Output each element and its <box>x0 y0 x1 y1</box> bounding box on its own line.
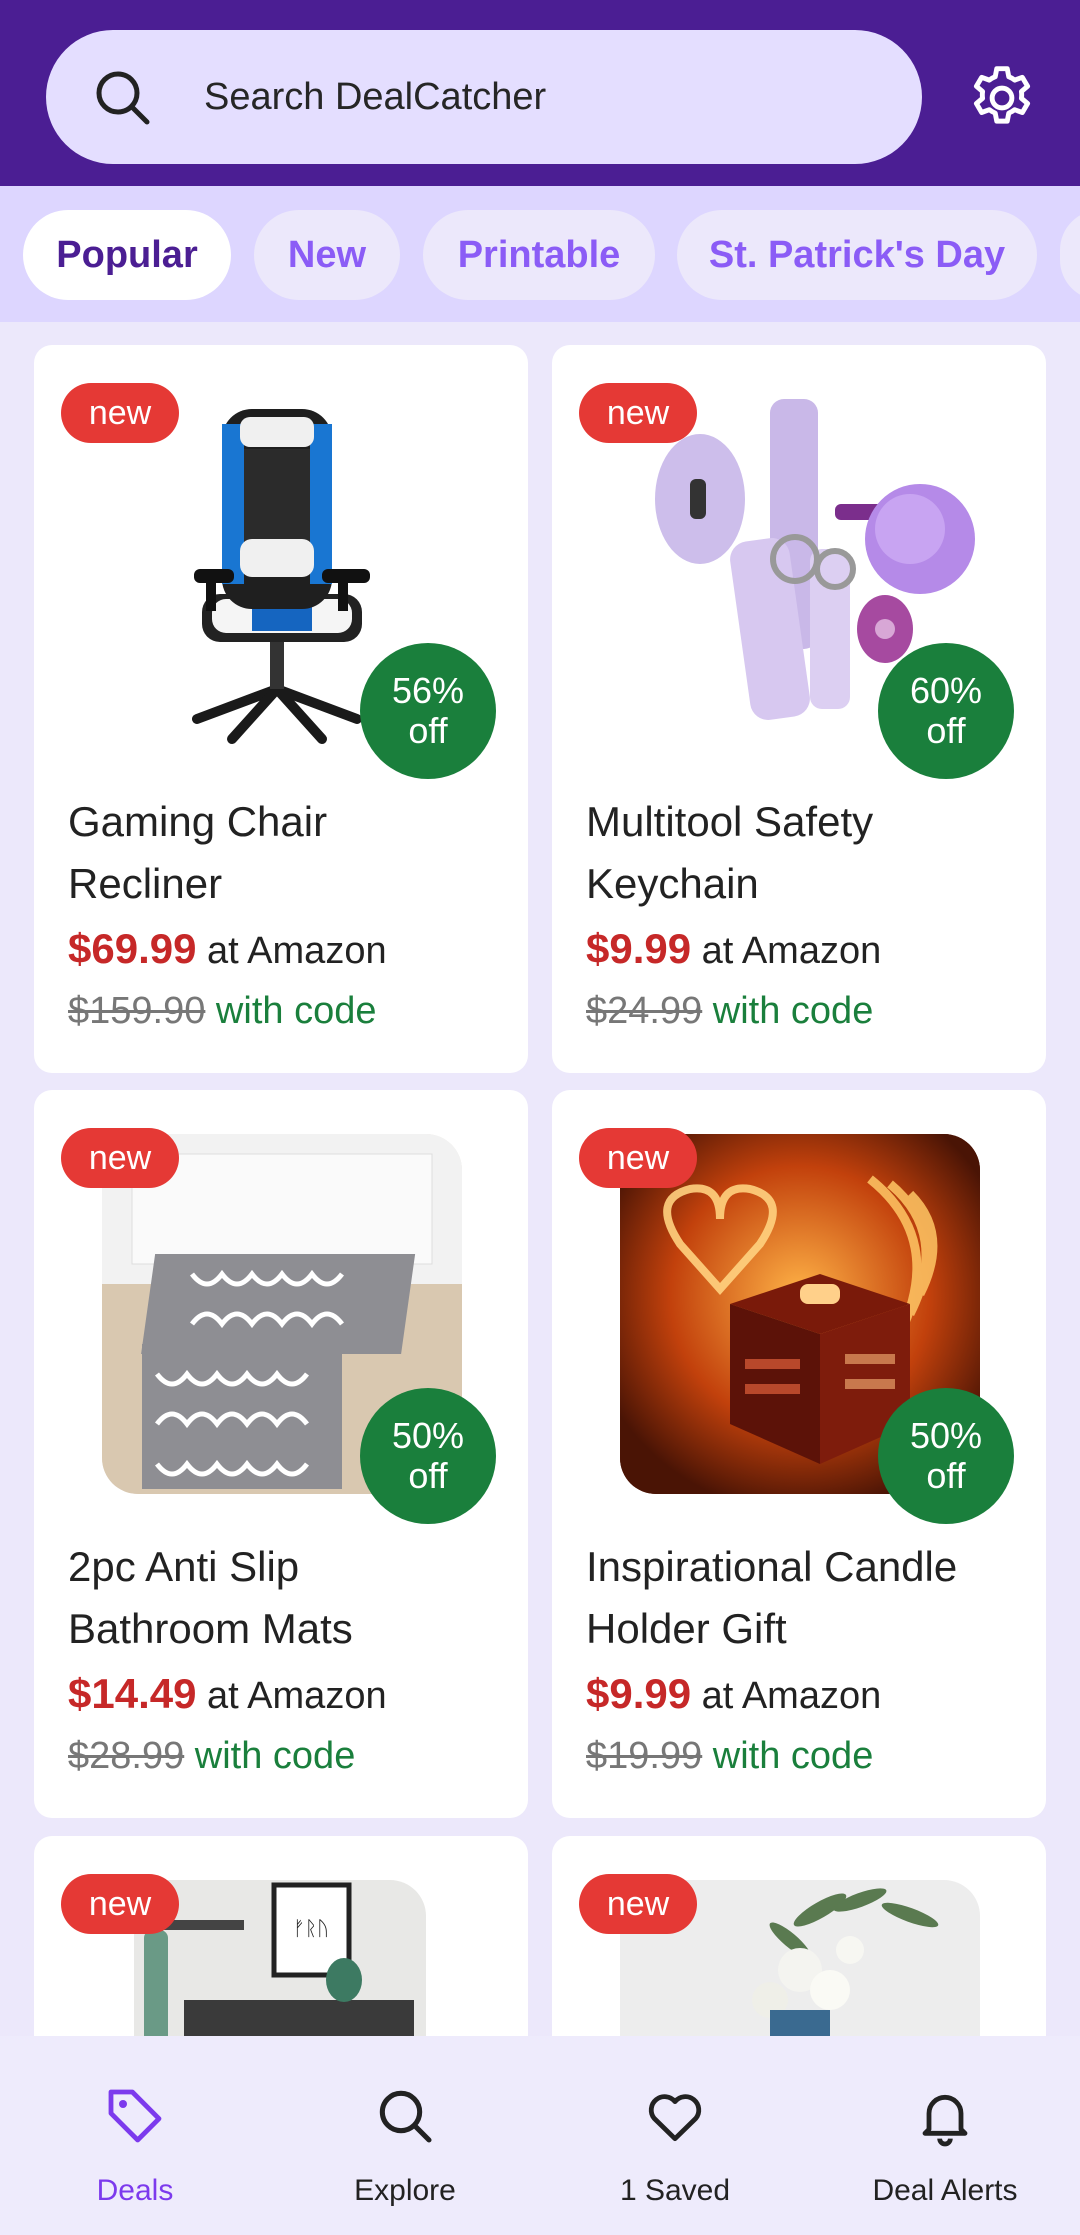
new-badge: new <box>61 383 179 443</box>
deal-price: $14.49 <box>68 1670 197 1717</box>
search-icon <box>379 2090 432 2143</box>
nav-deals[interactable]: Deals <box>0 2036 270 2235</box>
new-badge: new <box>579 1128 697 1188</box>
deal-card[interactable]: new 60% off Multitool Safety Keychain $9… <box>552 345 1046 1073</box>
discount-percent: 56% <box>391 670 465 711</box>
bell-icon <box>922 2094 968 2147</box>
deal-title-line: Inspirational Candle <box>586 1543 958 1590</box>
deal-price: $9.99 <box>586 925 692 972</box>
search-bar[interactable]: Search DealCatcher <box>46 30 922 164</box>
price-line: $69.99 at Amazon <box>68 923 387 977</box>
old-price-line: $28.99 with code <box>68 1730 355 1782</box>
nav-deal-alerts[interactable]: Deal Alerts <box>810 2036 1080 2235</box>
new-badge: new <box>61 1128 179 1188</box>
old-price: $28.99 <box>68 1735 185 1777</box>
nav-explore[interactable]: Explore <box>270 2036 540 2235</box>
nav-label: 1 Saved <box>619 2174 731 2207</box>
discount-badge: 56% off <box>360 643 496 779</box>
heart-icon <box>648 2094 702 2142</box>
discount-badge: 50% off <box>878 1388 1014 1524</box>
deal-title-line: Keychain <box>586 860 759 907</box>
price-line: $9.99 at Amazon <box>586 923 881 977</box>
bottom-nav: Deals Explore 1 Saved Deal Alerts <box>0 2036 1080 2235</box>
deal-price: $69.99 <box>68 925 197 972</box>
discount-off: off <box>926 1455 966 1496</box>
category-tabs: Popular New Printable St. Patrick's Day <box>0 186 1080 322</box>
svg-text:ᚠᚱᚢ: ᚠᚱᚢ <box>293 1916 329 1940</box>
tab-popular[interactable]: Popular <box>23 210 231 300</box>
code-label: with code <box>702 1735 874 1777</box>
new-badge: new <box>61 1874 179 1934</box>
deal-price: $9.99 <box>586 1670 692 1717</box>
deal-title: 2pc Anti Slip Bathroom Mats <box>68 1536 508 1660</box>
code-label: with code <box>205 990 377 1032</box>
price-line: $9.99 at Amazon <box>586 1668 881 1722</box>
store-label: at Amazon <box>691 1675 882 1717</box>
deal-title-line: Holder Gift <box>586 1605 787 1652</box>
deal-title-line: Recliner <box>68 860 223 907</box>
search-placeholder: Search DealCatcher <box>204 76 547 118</box>
new-badge: new <box>579 1874 697 1934</box>
old-price: $24.99 <box>586 990 703 1032</box>
tab-more[interactable] <box>1060 210 1080 300</box>
search-icon <box>96 71 150 125</box>
old-price-line: $19.99 with code <box>586 1730 873 1782</box>
tab-st-patricks-day[interactable]: St. Patrick's Day <box>677 210 1037 300</box>
price-line: $14.49 at Amazon <box>68 1668 387 1722</box>
store-label: at Amazon <box>196 930 387 972</box>
old-price: $159.90 <box>68 990 206 1032</box>
deal-title: Gaming Chair Recliner <box>68 791 508 915</box>
old-price: $19.99 <box>586 1735 703 1777</box>
new-badge: new <box>579 383 697 443</box>
gear-icon[interactable] <box>965 61 1039 135</box>
deal-title-line: Multitool Safety <box>586 798 874 845</box>
nav-label: Deals <box>96 2174 174 2207</box>
deal-card[interactable]: new 56% off Gaming Chair Recliner $69.99… <box>34 345 528 1073</box>
tag-icon <box>108 2089 162 2143</box>
deal-title: Multitool Safety Keychain <box>586 791 1026 915</box>
deal-title: Inspirational Candle Holder Gift <box>586 1536 1026 1660</box>
discount-percent: 60% <box>909 670 983 711</box>
app-header: Search DealCatcher <box>0 0 1080 186</box>
discount-percent: 50% <box>909 1415 983 1456</box>
nav-saved[interactable]: 1 Saved <box>540 2036 810 2235</box>
code-label: with code <box>184 1735 356 1777</box>
store-label: at Amazon <box>691 930 882 972</box>
deal-title-line: Gaming Chair <box>68 798 328 845</box>
discount-badge: 60% off <box>878 643 1014 779</box>
deal-title-line: 2pc Anti Slip <box>68 1543 300 1590</box>
deal-card[interactable]: new 50% off 2pc Anti Slip Bathroom Mats … <box>34 1090 528 1818</box>
tab-new[interactable]: New <box>254 210 400 300</box>
store-label: at Amazon <box>196 1675 387 1717</box>
nav-label: Deal Alerts <box>872 2174 1018 2207</box>
old-price-line: $159.90 with code <box>68 985 376 1037</box>
discount-off: off <box>408 1455 448 1496</box>
discount-percent: 50% <box>391 1415 465 1456</box>
discount-off: off <box>408 710 448 751</box>
deal-title-line: Bathroom Mats <box>68 1605 353 1652</box>
old-price-line: $24.99 with code <box>586 985 873 1037</box>
nav-label: Explore <box>354 2174 456 2207</box>
discount-badge: 50% off <box>360 1388 496 1524</box>
discount-off: off <box>926 710 966 751</box>
code-label: with code <box>702 990 874 1032</box>
tab-printable[interactable]: Printable <box>423 210 655 300</box>
deal-card[interactable]: new 50% off Inspirational Candle Holder … <box>552 1090 1046 1818</box>
